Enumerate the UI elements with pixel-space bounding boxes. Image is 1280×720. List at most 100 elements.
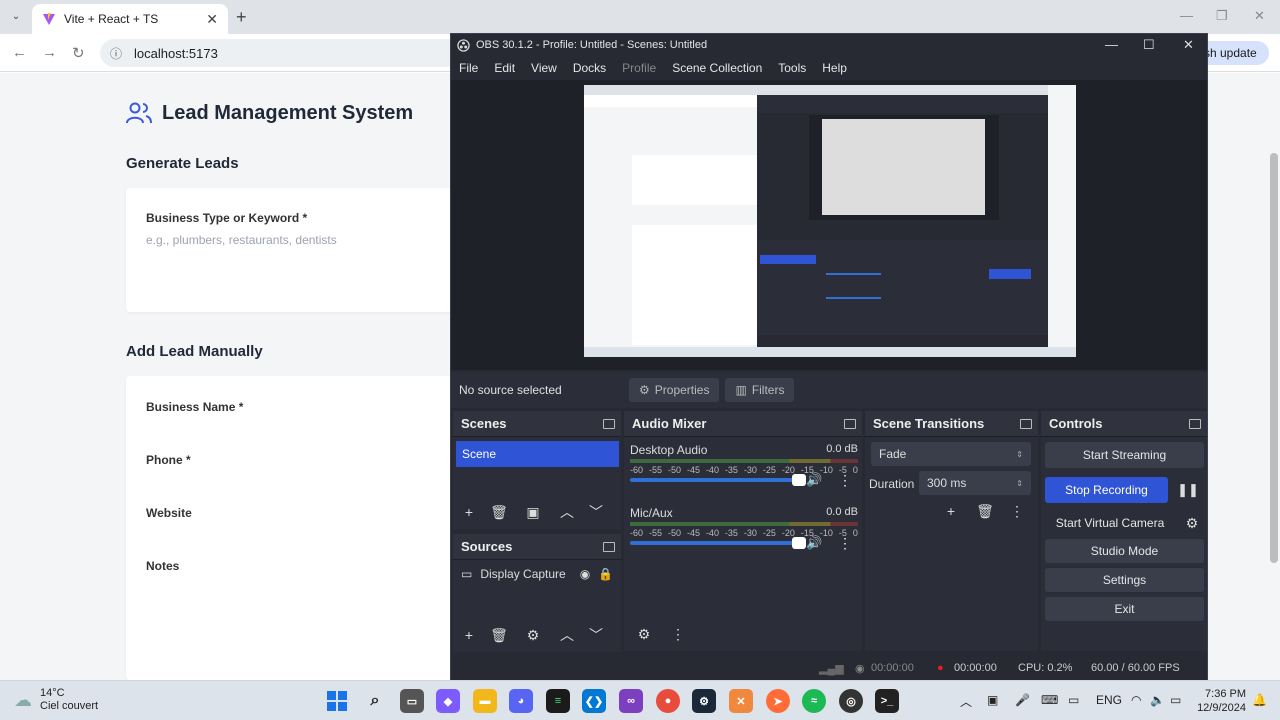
settings-button[interactable]: Settings bbox=[1045, 568, 1204, 592]
menu-view[interactable]: View bbox=[531, 61, 557, 75]
menu-edit[interactable]: Edit bbox=[494, 61, 515, 75]
tray-chevron-icon[interactable]: ︿ bbox=[960, 693, 972, 710]
exit-button[interactable]: Exit bbox=[1045, 597, 1204, 621]
obs-taskbar-icon[interactable]: ◎ bbox=[839, 689, 863, 713]
minimize-icon[interactable]: — bbox=[1180, 8, 1193, 23]
search-icon[interactable]: ⌕ bbox=[363, 689, 387, 713]
move-up-icon[interactable]: ︿ bbox=[555, 501, 579, 523]
move-down-icon[interactable]: ﹀ bbox=[584, 624, 608, 646]
slider-knob[interactable] bbox=[792, 474, 806, 486]
more-icon[interactable]: ⋮ bbox=[838, 535, 852, 552]
spotify-icon[interactable]: ≈ bbox=[802, 689, 826, 713]
clock[interactable]: 7:36 PM 12/9/2024 bbox=[1190, 687, 1246, 715]
cmd-icon[interactable]: >_ bbox=[875, 689, 899, 713]
volume-slider[interactable] bbox=[630, 537, 806, 549]
remove-scene-icon[interactable]: 🗑 bbox=[487, 501, 511, 523]
properties-button[interactable]: ⚙ Properties bbox=[629, 378, 720, 402]
reload-icon[interactable]: ↻ bbox=[72, 44, 85, 62]
start-icon[interactable] bbox=[325, 689, 349, 713]
filter-icon: ▥ bbox=[735, 383, 747, 397]
obs-close-icon[interactable]: ✕ bbox=[1183, 37, 1194, 53]
speaker-icon[interactable]: 🔊 bbox=[806, 535, 822, 551]
visual-studio-icon[interactable]: ∞ bbox=[619, 689, 643, 713]
close-icon[interactable]: ✕ bbox=[1254, 8, 1265, 24]
menu-profile[interactable]: Profile bbox=[622, 61, 656, 75]
vscode-icon[interactable]: ❮❯ bbox=[582, 689, 606, 713]
maximize-icon[interactable]: ❐ bbox=[1216, 8, 1228, 24]
menu-help[interactable]: Help bbox=[822, 61, 847, 75]
mixer-settings-icon[interactable]: ⚙ bbox=[632, 623, 656, 645]
speaker-icon[interactable]: 🔊 bbox=[806, 472, 822, 488]
menu-tools[interactable]: Tools bbox=[778, 61, 806, 75]
undock-icon[interactable] bbox=[603, 541, 615, 552]
language[interactable]: ENG bbox=[1096, 693, 1122, 707]
back-icon[interactable]: ← bbox=[12, 44, 27, 61]
menu-docks[interactable]: Docks bbox=[573, 61, 606, 75]
filters-button[interactable]: ▥ Filters bbox=[725, 378, 795, 402]
scene-filters-icon[interactable]: ▣ bbox=[521, 501, 545, 523]
menu-scene-collection[interactable]: Scene Collection bbox=[672, 61, 762, 75]
microphone-icon[interactable]: 🎤 bbox=[1015, 693, 1030, 707]
slider-knob[interactable] bbox=[792, 537, 806, 549]
tab-close-icon[interactable]: ✕ bbox=[206, 11, 218, 28]
add-source-icon[interactable]: + bbox=[457, 624, 481, 646]
obs-maximize-icon[interactable]: ☐ bbox=[1143, 37, 1155, 53]
postman-icon[interactable]: ➤ bbox=[766, 689, 790, 713]
copilot-icon[interactable]: ◆ bbox=[436, 689, 460, 713]
remove-source-icon[interactable]: 🗑 bbox=[487, 624, 511, 646]
chrome-icon[interactable]: ● bbox=[656, 689, 680, 713]
more-icon[interactable]: ⋮ bbox=[838, 472, 852, 489]
remove-transition-icon[interactable]: 🗑 bbox=[973, 500, 997, 522]
menu-file[interactable]: File bbox=[459, 61, 478, 75]
source-item[interactable]: ▭ Display Capture ◉ 🔒 bbox=[461, 567, 613, 581]
start-streaming-button[interactable]: Start Streaming bbox=[1045, 442, 1204, 468]
add-transition-icon[interactable]: + bbox=[939, 500, 963, 522]
spin-icon[interactable]: ⇕ bbox=[1016, 479, 1023, 488]
new-tab-button[interactable]: + bbox=[236, 7, 247, 28]
steam-icon[interactable]: ⚙ bbox=[692, 689, 716, 713]
wifi-icon[interactable]: ◠ bbox=[1131, 693, 1141, 707]
terminal-icon[interactable]: ≡ bbox=[546, 689, 570, 713]
add-scene-icon[interactable]: + bbox=[457, 501, 481, 523]
pause-recording-icon[interactable]: ❚❚ bbox=[1176, 479, 1200, 501]
lock-icon[interactable]: 🔒 bbox=[598, 567, 613, 581]
transition-select[interactable]: Fade ⇕ bbox=[871, 442, 1031, 466]
forward-icon[interactable]: → bbox=[42, 44, 57, 61]
notification-icon[interactable]: 🔔 bbox=[1252, 693, 1267, 707]
weather-widget[interactable]: ☁ 14°C Ciel couvert bbox=[14, 687, 98, 713]
browser-tab[interactable]: Vite + React + TS ✕ bbox=[32, 4, 228, 34]
duration-input[interactable]: 300 ms ⇕ bbox=[919, 471, 1031, 495]
keyword-input[interactable]: e.g., plumbers, restaurants, dentists bbox=[146, 233, 337, 247]
obs-preview[interactable] bbox=[451, 80, 1207, 370]
move-up-icon[interactable]: ︿ bbox=[555, 624, 579, 646]
undock-icon[interactable] bbox=[1189, 418, 1201, 429]
task-view-icon[interactable]: ▭ bbox=[400, 689, 424, 713]
site-info-icon[interactable]: ⓘ bbox=[110, 45, 122, 62]
file-explorer-icon[interactable]: ▬ bbox=[473, 689, 497, 713]
move-down-icon[interactable]: ﹀ bbox=[584, 501, 608, 523]
display-icon[interactable]: ▭ bbox=[1068, 693, 1079, 707]
more-icon[interactable]: ⋮ bbox=[1005, 500, 1029, 522]
page-scrollbar[interactable] bbox=[1270, 153, 1278, 563]
xampp-icon[interactable]: ✕ bbox=[729, 689, 753, 713]
tray-app-icon[interactable]: ▣ bbox=[987, 693, 998, 707]
keyboard-icon[interactable]: ⌨ bbox=[1041, 693, 1058, 707]
studio-mode-button[interactable]: Studio Mode bbox=[1045, 539, 1204, 563]
obs-minimize-icon[interactable]: — bbox=[1105, 37, 1118, 52]
undock-icon[interactable] bbox=[844, 418, 856, 429]
eye-icon[interactable]: ◉ bbox=[580, 567, 590, 581]
volume-slider[interactable] bbox=[630, 474, 806, 486]
channel-name: Desktop Audio bbox=[630, 443, 708, 457]
discord-icon[interactable]: ◕ bbox=[509, 689, 533, 713]
more-icon[interactable]: ⋮ bbox=[666, 623, 690, 645]
scene-item[interactable]: Scene bbox=[456, 441, 619, 467]
stop-recording-button[interactable]: Stop Recording bbox=[1045, 477, 1168, 503]
battery-icon[interactable]: ▭ bbox=[1170, 693, 1181, 707]
start-virtual-camera-button[interactable]: Start Virtual Camera bbox=[1045, 510, 1175, 536]
tab-search-icon[interactable]: ⌄ bbox=[8, 9, 24, 25]
virtual-camera-settings-icon[interactable]: ⚙ bbox=[1180, 512, 1204, 534]
undock-icon[interactable] bbox=[603, 418, 615, 429]
undock-icon[interactable] bbox=[1020, 418, 1032, 429]
volume-icon[interactable]: 🔈 bbox=[1150, 693, 1165, 707]
source-properties-icon[interactable]: ⚙ bbox=[521, 624, 545, 646]
